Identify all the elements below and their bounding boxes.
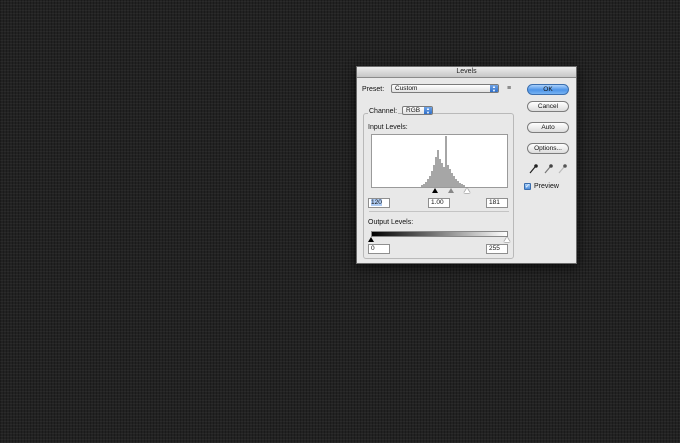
histogram xyxy=(371,134,508,188)
black-eyedropper-icon[interactable] xyxy=(529,164,538,174)
input-black-slider[interactable] xyxy=(432,188,438,193)
levels-dialog: Levels Preset: Custom ▲ ▼ ≡ Channel: RGB … xyxy=(356,66,577,264)
gray-eyedropper-icon[interactable] xyxy=(544,164,553,174)
output-gradient-bar xyxy=(371,231,508,237)
input-black-field[interactable]: 120 xyxy=(368,198,390,208)
output-white-value: 255 xyxy=(489,245,500,252)
ok-button[interactable]: OK xyxy=(527,84,569,95)
options-button[interactable]: Options... xyxy=(527,143,569,154)
output-white-field[interactable]: 255 xyxy=(486,244,508,254)
input-black-value: 120 xyxy=(371,199,382,206)
separator xyxy=(369,211,509,212)
input-gamma-field[interactable]: 1.00 xyxy=(428,198,450,208)
auto-button[interactable]: Auto xyxy=(527,122,569,133)
channel-dropdown[interactable]: RGB ▲ ▼ xyxy=(402,106,433,115)
output-black-value: 0 xyxy=(371,245,375,252)
dropdown-arrows-icon: ▲ ▼ xyxy=(424,107,432,114)
input-gamma-slider[interactable] xyxy=(448,188,454,193)
output-black-field[interactable]: 0 xyxy=(368,244,390,254)
input-white-field[interactable]: 181 xyxy=(486,198,508,208)
histogram-graph xyxy=(421,136,465,187)
white-eyedropper-icon[interactable] xyxy=(558,164,567,174)
preview-checkbox[interactable]: ✓ xyxy=(524,183,531,190)
preview-label: Preview xyxy=(534,183,559,190)
output-levels-label: Output Levels: xyxy=(368,219,414,226)
output-black-slider[interactable] xyxy=(368,237,374,242)
output-white-slider[interactable] xyxy=(504,237,510,242)
dropdown-arrows-icon: ▲ ▼ xyxy=(490,85,498,92)
channel-label: Channel: xyxy=(368,107,399,116)
input-levels-label: Input Levels: xyxy=(368,124,408,131)
input-white-value: 181 xyxy=(489,199,500,206)
preset-value: Custom xyxy=(395,85,418,92)
presets-menu-icon[interactable]: ≡ xyxy=(507,85,511,92)
channel-value: RGB xyxy=(406,107,421,114)
preset-label: Preset: xyxy=(362,86,385,93)
input-white-slider[interactable] xyxy=(464,188,470,193)
input-gamma-value: 1.00 xyxy=(431,199,444,206)
dialog-title[interactable]: Levels xyxy=(357,67,576,78)
cancel-button[interactable]: Cancel xyxy=(527,101,569,112)
preset-dropdown[interactable]: Custom ▲ ▼ xyxy=(391,84,499,93)
